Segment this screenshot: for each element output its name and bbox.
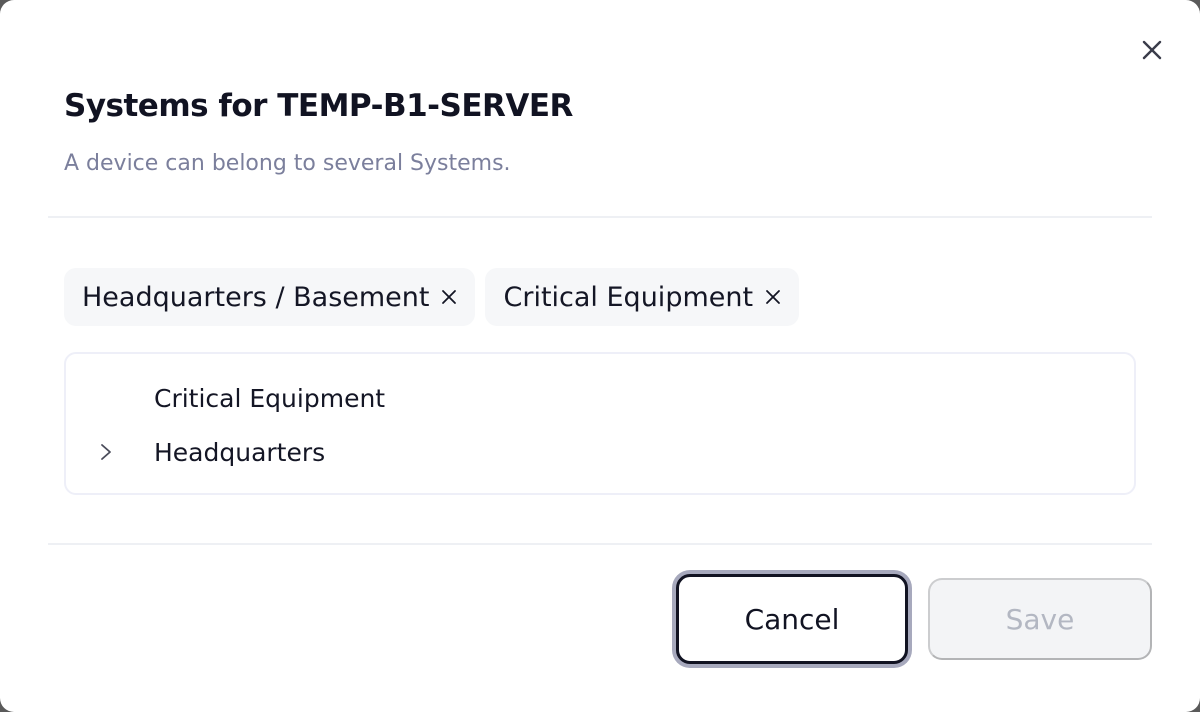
selected-systems: Headquarters / Basement Critical Equipme…: [64, 268, 800, 326]
footer-divider: [48, 543, 1152, 545]
dialog-title: Systems for TEMP-B1-SERVER: [64, 88, 573, 124]
header-divider: [48, 216, 1152, 218]
chip-label: Headquarters / Basement: [82, 281, 430, 313]
save-button[interactable]: Save: [928, 578, 1152, 660]
systems-tree: Critical Equipment Headquarters: [64, 352, 1136, 495]
tree-item-headquarters[interactable]: Headquarters: [66, 430, 1134, 474]
remove-chip-button[interactable]: [439, 287, 459, 307]
system-chip: Headquarters / Basement: [64, 268, 476, 326]
cancel-button[interactable]: Cancel: [676, 574, 908, 664]
close-button[interactable]: [1134, 32, 1170, 68]
chip-label: Critical Equipment: [503, 281, 754, 313]
systems-dialog: Systems for TEMP-B1-SERVER A device can …: [0, 0, 1200, 712]
tree-item-critical-equipment[interactable]: Critical Equipment: [66, 376, 1134, 420]
remove-chip-button[interactable]: [763, 287, 783, 307]
x-icon: [442, 290, 457, 304]
system-chip: Critical Equipment: [485, 268, 800, 326]
tree-item-label: Critical Equipment: [154, 383, 386, 413]
close-icon: [1142, 40, 1162, 60]
tree-item-label: Headquarters: [154, 437, 326, 467]
chevron-right-icon: [101, 444, 111, 460]
dialog-subtitle: A device can belong to several Systems.: [64, 151, 511, 176]
expand-toggle[interactable]: [96, 442, 116, 462]
x-icon: [766, 290, 780, 304]
